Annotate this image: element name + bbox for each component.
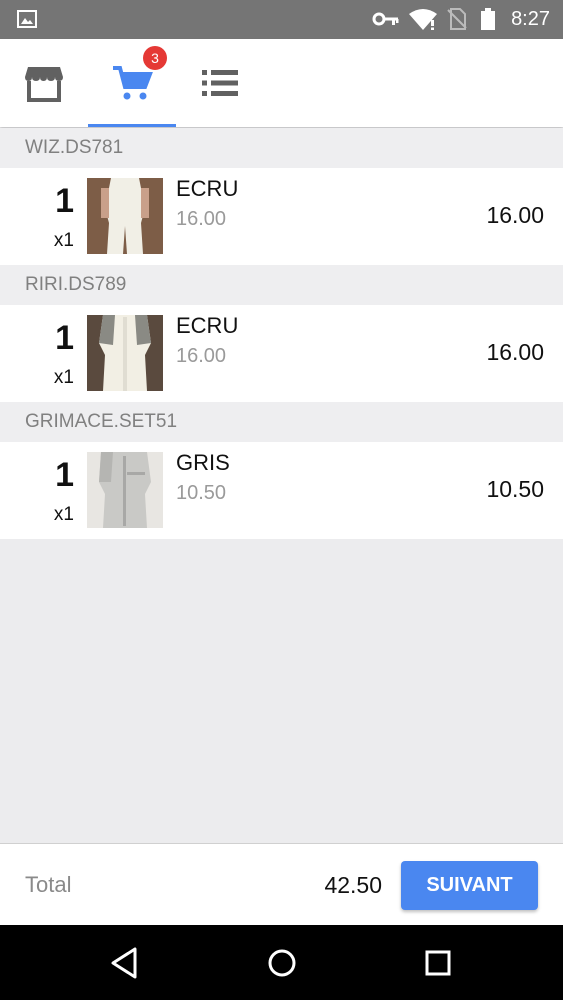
home-icon[interactable] <box>262 943 302 983</box>
product-thumbnail <box>87 178 163 254</box>
recents-icon[interactable] <box>418 943 458 983</box>
unit-price: 16.00 <box>176 345 227 367</box>
quantity: 1 <box>55 456 74 494</box>
cart-list: WIZ.DS781 1 x1 ECRU 16.00 16.00 RIRI.DS7… <box>0 128 563 539</box>
product-code-header: WIZ.DS781 <box>0 128 563 168</box>
multiplier: x1 <box>53 504 74 525</box>
system-nav-bar <box>0 925 563 1000</box>
checkout-footer: Total 42.50 SUIVANT <box>0 843 563 926</box>
next-button[interactable]: SUIVANT <box>401 861 538 910</box>
unit-price: 16.00 <box>176 208 227 230</box>
clock: 8:27 <box>511 8 550 30</box>
no-sim-icon <box>447 8 467 30</box>
line-total: 16.00 <box>486 339 544 365</box>
storefront-icon <box>25 67 63 102</box>
multiplier: x1 <box>53 367 74 388</box>
quantity: 1 <box>55 182 74 220</box>
status-bar: 8:27 <box>0 0 563 39</box>
total-value: 42.50 <box>324 872 382 898</box>
product-code-header: GRIMACE.SET51 <box>0 402 563 442</box>
cart-icon <box>113 66 153 100</box>
line-total: 10.50 <box>486 476 544 502</box>
cart-item[interactable]: 1 x1 GRIS 10.50 10.50 <box>0 442 563 539</box>
multiplier: x1 <box>53 230 74 251</box>
cart-count-badge: 3 <box>143 46 167 70</box>
image-icon <box>17 10 37 28</box>
product-code-header: RIRI.DS789 <box>0 265 563 305</box>
total-label: Total <box>25 872 72 897</box>
unit-price: 10.50 <box>176 482 227 504</box>
key-icon <box>372 12 399 26</box>
product-color: ECRU <box>176 313 239 338</box>
product-thumbnail <box>87 315 163 391</box>
line-total: 16.00 <box>486 202 544 228</box>
product-color: GRIS <box>176 450 230 475</box>
product-color: ECRU <box>176 176 239 201</box>
battery-icon <box>481 8 495 30</box>
tab-list[interactable] <box>176 39 264 127</box>
tab-store[interactable] <box>0 39 88 127</box>
list-icon <box>202 70 238 96</box>
tab-cart[interactable]: 3 <box>88 39 176 127</box>
tab-bar: 3 <box>0 39 563 127</box>
cart-item[interactable]: 1 x1 ECRU 16.00 16.00 <box>0 168 563 265</box>
wifi-icon <box>409 9 437 30</box>
cart-item[interactable]: 1 x1 ECRU 16.00 16.00 <box>0 305 563 402</box>
quantity: 1 <box>55 319 74 357</box>
product-thumbnail <box>87 452 163 528</box>
back-icon[interactable] <box>105 943 145 983</box>
